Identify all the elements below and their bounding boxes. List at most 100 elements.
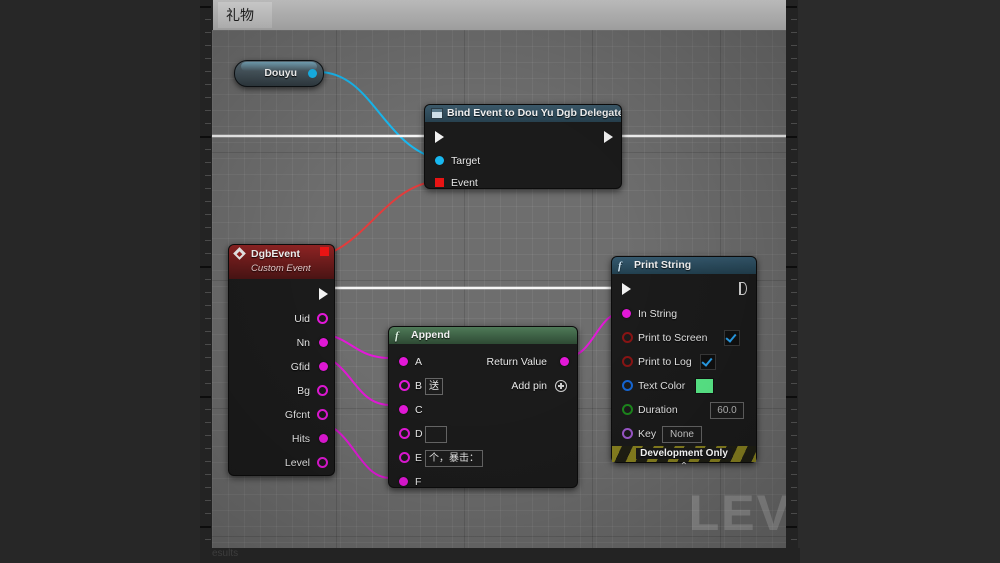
- append-row-a: A Return Value: [389, 350, 577, 374]
- print-row-duration: Duration 60.0: [612, 398, 756, 422]
- label-in-string: In String: [638, 308, 678, 320]
- dgb-event-header: DgbEvent Custom Event: [229, 245, 334, 279]
- pin-duration[interactable]: [622, 404, 633, 415]
- pin-gfid[interactable]: [319, 362, 328, 371]
- dgb-pin-row-uid: Uid: [229, 307, 334, 331]
- pin-label-gfcnt: Gfcnt: [284, 409, 310, 421]
- append-value-d[interactable]: [425, 426, 447, 443]
- bind-exec-out-pin[interactable]: [604, 131, 613, 143]
- node-append[interactable]: f Append A Return Value B 送 Add pin C D …: [388, 326, 578, 488]
- node-bind-event[interactable]: Bind Event to Dou Yu Dgb Delegate Target…: [424, 104, 622, 189]
- douyu-label: Douyu: [264, 67, 297, 79]
- dgb-event-body: Uid Nn Gfid Bg Gfcnt Hits Level: [229, 279, 334, 475]
- pin-label-uid: Uid: [294, 313, 310, 325]
- wire-douyu-to-target: [317, 71, 439, 160]
- value-duration[interactable]: 60.0: [710, 402, 744, 419]
- dgb-pin-row-level: Level: [229, 451, 334, 475]
- append-row-d: D: [389, 422, 577, 446]
- pin-print-to-screen[interactable]: [622, 332, 633, 343]
- left-panel: [0, 0, 200, 563]
- tab-bar: 礼物: [213, 0, 786, 30]
- pin-b[interactable]: [399, 380, 410, 391]
- pin-label-bg: Bg: [297, 385, 310, 397]
- label-print-to-log: Print to Log: [638, 356, 692, 368]
- print-row-print-to-screen: Print to Screen: [612, 326, 756, 350]
- event-delegate-pin[interactable]: [435, 178, 444, 187]
- color-swatch-text-color[interactable]: [695, 378, 714, 394]
- dgb-event-delegate-pin[interactable]: [320, 247, 329, 256]
- status-text: esults: [212, 548, 239, 559]
- print-exec-in-pin[interactable]: [622, 283, 631, 295]
- print-exec-row: [612, 274, 756, 302]
- pin-uid[interactable]: [317, 313, 328, 324]
- append-label-b: B: [415, 380, 423, 392]
- print-row-in-string: In String: [612, 302, 756, 326]
- dgb-pin-row-nn: Nn: [229, 331, 334, 355]
- pin-label-level: Level: [284, 457, 310, 469]
- douyu-out-pin[interactable]: [308, 69, 317, 78]
- bind-exec-in-pin[interactable]: [435, 131, 444, 143]
- pin-e[interactable]: [399, 452, 410, 463]
- label-text-color: Text Color: [638, 380, 686, 392]
- append-row-f: F: [389, 470, 577, 494]
- append-label-f: F: [415, 476, 422, 488]
- pin-in-string[interactable]: [622, 309, 631, 318]
- append-value-b[interactable]: 送: [425, 378, 443, 395]
- pin-label-hits: Hits: [291, 433, 310, 445]
- append-row-c: C: [389, 398, 577, 422]
- pin-d[interactable]: [399, 428, 410, 439]
- print-exec-out-pin[interactable]: [739, 282, 747, 295]
- bind-event-row: Event: [425, 172, 621, 194]
- right-panel: [798, 0, 1000, 563]
- append-value-e[interactable]: 个，暴击：: [425, 450, 483, 467]
- ruler-right: [786, 0, 798, 563]
- target-label: Target: [451, 155, 481, 167]
- node-print-string[interactable]: f Print String In String Print to Screen: [611, 256, 757, 472]
- dgb-exec-out-pin[interactable]: [319, 288, 328, 300]
- pin-level[interactable]: [317, 457, 328, 468]
- pin-print-to-log[interactable]: [622, 356, 633, 367]
- pin-c[interactable]: [399, 405, 408, 414]
- append-title: Append: [411, 329, 451, 341]
- checkbox-print-to-log[interactable]: [700, 354, 716, 370]
- development-only-label: Development Only: [636, 448, 732, 459]
- value-key[interactable]: None: [662, 426, 702, 443]
- append-row-e: E 个，暴击：: [389, 446, 577, 470]
- status-bar: esults: [200, 548, 800, 563]
- pin-bg[interactable]: [317, 385, 328, 396]
- append-label-e: E: [415, 452, 423, 464]
- print-string-title: Print String: [634, 259, 692, 271]
- print-row-text-color: Text Color: [612, 374, 756, 398]
- print-string-header: f Print String: [612, 257, 756, 274]
- print-string-body: In String Print to Screen Print to Log T…: [612, 274, 756, 472]
- label-key: Key: [638, 428, 657, 440]
- pin-hits[interactable]: [319, 434, 328, 443]
- pin-key[interactable]: [622, 428, 633, 439]
- pin-text-color[interactable]: [622, 380, 633, 391]
- target-pin[interactable]: [435, 156, 444, 165]
- pin-gfcnt[interactable]: [317, 409, 328, 420]
- bind-event-body: Target Event: [425, 122, 621, 189]
- add-pin-label[interactable]: Add pin: [511, 374, 547, 398]
- bind-target-row: Target: [425, 150, 621, 172]
- pin-return-value[interactable]: [560, 357, 569, 366]
- dgb-event-subtitle: Custom Event: [251, 263, 311, 274]
- checkbox-print-to-screen[interactable]: [724, 330, 740, 346]
- dgb-pin-row-gfcnt: Gfcnt: [229, 403, 334, 427]
- add-pin-icon[interactable]: [555, 380, 567, 392]
- bind-event-header: Bind Event to Dou Yu Dgb Delegate: [425, 105, 621, 122]
- node-douyu[interactable]: Douyu: [234, 60, 324, 87]
- graph-canvas[interactable]: Douyu Bind Event to Dou Yu Dgb Delegate …: [212, 30, 786, 548]
- node-dgb-event[interactable]: DgbEvent Custom Event Uid Nn Gfid Bg Gfc…: [228, 244, 335, 476]
- pin-nn[interactable]: [319, 338, 328, 347]
- function-icon: f: [618, 260, 622, 272]
- label-print-to-screen: Print to Screen: [638, 332, 708, 344]
- print-row-print-to-log: Print to Log: [612, 350, 756, 374]
- tab-gift[interactable]: 礼物: [218, 2, 272, 28]
- pin-f[interactable]: [399, 477, 408, 486]
- dgb-pin-row-hits: Hits: [229, 427, 334, 451]
- collapse-toggle[interactable]: ⌃: [612, 462, 756, 475]
- append-row-b: B 送 Add pin: [389, 374, 577, 398]
- pin-a[interactable]: [399, 357, 408, 366]
- dgb-event-title: DgbEvent: [251, 248, 301, 260]
